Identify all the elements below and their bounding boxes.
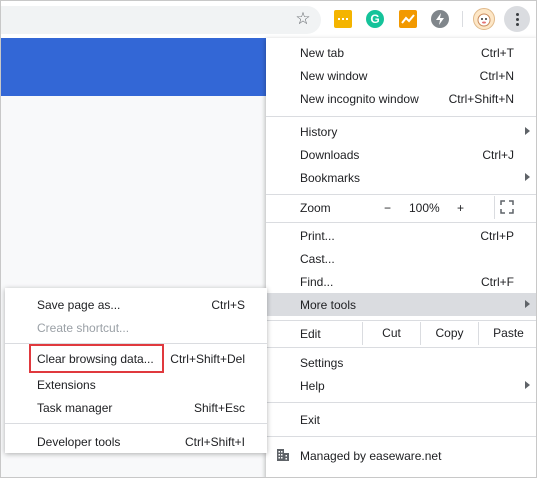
menu-shortcut: Ctrl+T [481,45,514,60]
menu-label: Find... [300,274,334,289]
submenu-arrow-icon [525,173,530,181]
menu-label: Task manager [37,400,113,415]
menu-item-settings[interactable]: Settings [266,351,536,374]
menu-item-exit[interactable]: Exit [266,408,536,431]
edit-label: Edit [300,327,321,341]
menu-label: Developer tools [37,434,121,449]
browser-toolbar: ☆ G [1,1,536,38]
menu-shortcut: Ctrl+S [211,297,245,312]
menu-label: New incognito window [300,91,419,106]
address-bar[interactable] [1,6,321,34]
menu-label: Exit [300,412,321,427]
menu-label: New window [300,68,368,83]
profile-avatar[interactable] [473,8,495,30]
submenu-item-task-manager[interactable]: Task manager Shift+Esc [5,396,267,419]
menu-item-zoom: Zoom − 100% + [266,196,536,219]
menu-label: Save page as... [37,297,121,312]
menu-item-new-window[interactable]: New window Ctrl+N [266,64,536,87]
highlight-annotation-box [29,344,164,373]
menu-label: Bookmarks [300,170,361,185]
menu-item-print[interactable]: Print... Ctrl+P [266,224,536,247]
menu-label: Create shortcut... [37,320,130,335]
zoom-divider [494,196,495,219]
menu-separator [266,402,536,403]
menu-label: History [300,124,338,139]
menu-item-bookmarks[interactable]: Bookmarks [266,166,536,189]
menu-shortcut: Ctrl+F [481,274,514,289]
menu-label: Extensions [37,377,96,392]
submenu-item-create-shortcut: Create shortcut... [5,316,267,339]
submenu-arrow-icon [525,127,530,135]
zoom-out-button[interactable]: − [384,201,391,215]
managed-by-notice[interactable]: Managed by easeware.net [266,444,536,467]
menu-label: Help [300,378,325,393]
menu-separator [266,347,536,348]
chrome-main-menu: New tab Ctrl+T New window Ctrl+N New inc… [266,38,536,477]
menu-separator [5,423,267,424]
menu-label: New tab [300,45,345,60]
menu-separator [266,116,536,117]
menu-separator [266,194,536,195]
bolt-extension-icon[interactable] [431,10,449,28]
submenu-arrow-icon [525,300,530,308]
zoom-in-button[interactable]: + [457,201,464,215]
page-header-banner [1,38,267,96]
menu-shortcut: Shift+Esc [193,400,245,415]
building-icon [277,449,289,461]
more-tools-submenu: Save page as... Ctrl+S Create shortcut..… [5,288,267,453]
zoom-label: Zoom [300,201,331,215]
menu-shortcut: Ctrl+J [482,147,514,162]
menu-separator [266,222,536,223]
copy-button[interactable]: Copy [420,322,478,345]
menu-item-more-tools[interactable]: More tools [266,293,536,316]
submenu-item-developer-tools[interactable]: Developer tools Ctrl+Shift+I [5,430,267,453]
menu-shortcut: Ctrl+Shift+Del [170,351,245,366]
menu-item-cast[interactable]: Cast... [266,247,536,270]
menu-item-downloads[interactable]: Downloads Ctrl+J [266,143,536,166]
more-menu-icon[interactable] [504,6,530,32]
paste-button[interactable]: Paste [478,322,536,345]
menu-item-find[interactable]: Find... Ctrl+F [266,270,536,293]
browser-window: ☆ G New tab Ctrl+T New window Ctrl+N New… [0,0,537,478]
submenu-item-save-page-as[interactable]: Save page as... Ctrl+S [5,293,267,316]
chart-extension-icon[interactable] [399,10,417,28]
menu-label: More tools [300,297,357,312]
menu-item-history[interactable]: History [266,120,536,143]
menu-item-help[interactable]: Help [266,374,536,397]
extension-yellow-icon[interactable] [334,10,352,28]
star-icon[interactable]: ☆ [293,9,313,29]
menu-item-new-incognito-window[interactable]: New incognito window Ctrl+Shift+N [266,87,536,110]
menu-separator [266,320,536,321]
menu-label: Settings [300,355,344,370]
cut-button[interactable]: Cut [362,322,420,345]
zoom-level: 100% [409,201,440,215]
menu-label: Cast... [300,251,335,266]
managed-label: Managed by easeware.net [300,449,442,463]
submenu-item-extensions[interactable]: Extensions [5,373,267,396]
menu-shortcut: Ctrl+Shift+N [448,91,514,106]
menu-label: Print... [300,228,335,243]
menu-shortcut: Ctrl+N [479,68,514,83]
menu-item-edit: Edit Cut Copy Paste [266,322,536,345]
fullscreen-icon[interactable] [499,199,515,215]
menu-shortcut: Ctrl+Shift+I [184,434,245,449]
grammarly-icon[interactable]: G [366,10,384,28]
submenu-arrow-icon [525,381,530,389]
toolbar-divider [462,11,463,27]
menu-label: Downloads [300,147,360,162]
menu-shortcut: Ctrl+P [480,228,514,243]
menu-item-new-tab[interactable]: New tab Ctrl+T [266,41,536,64]
menu-separator [266,436,536,437]
